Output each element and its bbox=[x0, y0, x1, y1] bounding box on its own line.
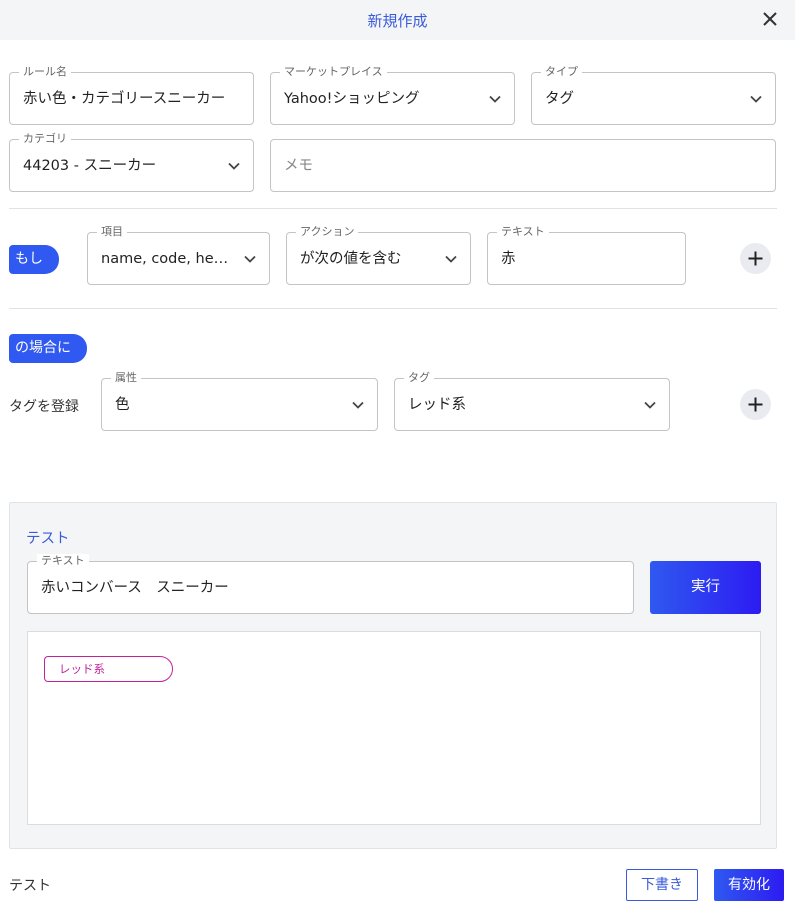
chevron-down-icon bbox=[228, 162, 240, 170]
test-text-label: テキスト bbox=[37, 554, 89, 568]
category-select[interactable]: カテゴリ 44203 - スニーカー bbox=[9, 132, 254, 192]
section-divider bbox=[9, 208, 777, 209]
plus-icon bbox=[748, 397, 763, 412]
add-action-button[interactable] bbox=[740, 389, 771, 420]
type-label: タイプ bbox=[541, 65, 582, 79]
footer-test-label: テスト bbox=[9, 878, 51, 894]
close-button[interactable] bbox=[757, 6, 783, 32]
result-tag-chip: レッド系 bbox=[44, 656, 173, 682]
test-result-box: レッド系 bbox=[27, 631, 761, 825]
dialog-header: 新規作成 bbox=[0, 0, 795, 40]
register-tag-label: タグを登録 bbox=[9, 399, 79, 415]
chevron-down-icon bbox=[489, 95, 501, 103]
test-text-value: 赤いコンバース スニーカー bbox=[41, 580, 229, 596]
condition-item-value: name, code, head... bbox=[101, 251, 235, 267]
marketplace-select[interactable]: マーケットプレイス Yahoo!ショッピング bbox=[270, 65, 515, 125]
rule-name-label: ルール名 bbox=[19, 65, 71, 79]
tag-value: レッド系 bbox=[408, 397, 466, 413]
memo-input[interactable]: メモ bbox=[270, 139, 776, 192]
type-value: タグ bbox=[545, 91, 574, 107]
test-text-input[interactable]: テキスト 赤いコンバース スニーカー bbox=[27, 554, 634, 614]
draft-button[interactable]: 下書き bbox=[626, 869, 698, 901]
type-select[interactable]: タイプ タグ bbox=[531, 65, 776, 125]
condition-text-label: テキスト bbox=[497, 225, 549, 239]
category-value: 44203 - スニーカー bbox=[23, 158, 157, 174]
dialog-title: 新規作成 bbox=[367, 12, 428, 30]
marketplace-label: マーケットプレイス bbox=[280, 65, 387, 79]
test-panel-title: テスト bbox=[26, 531, 70, 547]
rule-name-field[interactable]: ルール名 赤い色・カテゴリースニーカー bbox=[9, 65, 254, 125]
close-icon bbox=[763, 12, 777, 26]
tag-select[interactable]: タグ レッド系 bbox=[394, 371, 670, 431]
section-divider bbox=[9, 308, 777, 309]
marketplace-value: Yahoo!ショッピング bbox=[284, 91, 420, 107]
condition-text-input[interactable]: テキスト 赤 bbox=[487, 225, 686, 285]
chevron-down-icon bbox=[644, 401, 656, 409]
run-button[interactable]: 実行 bbox=[650, 561, 761, 614]
rule-name-value: 赤い色・カテゴリースニーカー bbox=[23, 91, 226, 107]
condition-action-label: アクション bbox=[296, 225, 359, 239]
chevron-down-icon bbox=[352, 401, 364, 409]
then-badge: の場合に bbox=[9, 334, 87, 363]
test-panel: テスト テキスト 赤いコンバース スニーカー 実行 レッド系 bbox=[9, 502, 777, 849]
category-label: カテゴリ bbox=[19, 132, 71, 146]
attribute-value: 色 bbox=[115, 397, 130, 413]
activate-button[interactable]: 有効化 bbox=[714, 869, 784, 901]
condition-action-select[interactable]: アクション が次の値を含む bbox=[286, 225, 471, 285]
tag-label: タグ bbox=[404, 371, 434, 385]
memo-placeholder: メモ bbox=[284, 158, 313, 174]
chevron-down-icon bbox=[445, 255, 457, 263]
attribute-label: 属性 bbox=[111, 371, 141, 385]
attribute-select[interactable]: 属性 色 bbox=[101, 371, 378, 431]
condition-item-label: 項目 bbox=[97, 225, 127, 239]
chevron-down-icon bbox=[244, 255, 256, 263]
if-badge: もし bbox=[9, 245, 59, 274]
add-condition-button[interactable] bbox=[740, 243, 771, 274]
condition-action-value: が次の値を含む bbox=[300, 251, 402, 267]
plus-icon bbox=[748, 251, 763, 266]
condition-item-select[interactable]: 項目 name, code, head... bbox=[87, 225, 270, 285]
condition-text-value: 赤 bbox=[501, 251, 516, 267]
chevron-down-icon bbox=[750, 95, 762, 103]
